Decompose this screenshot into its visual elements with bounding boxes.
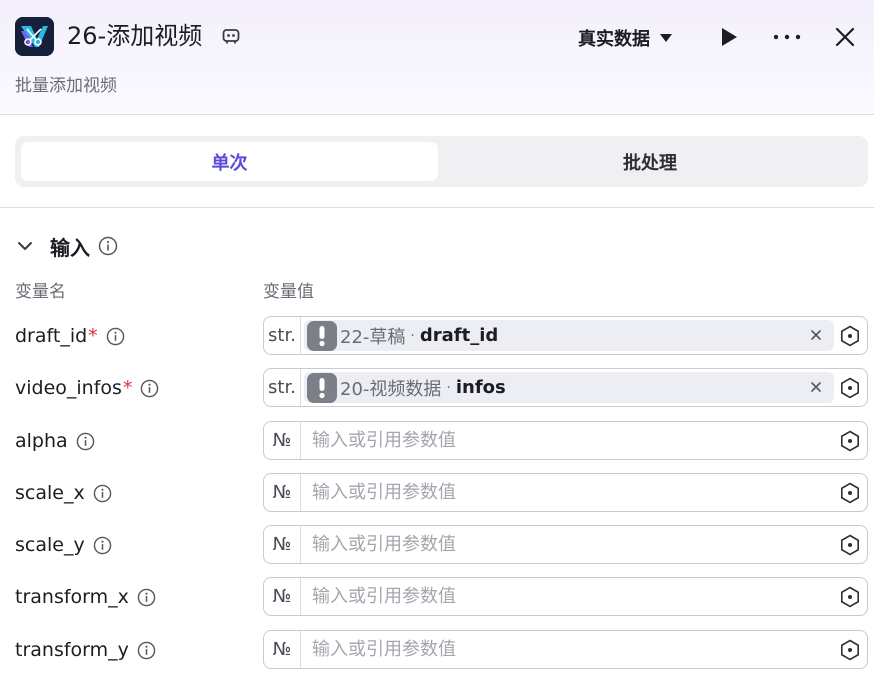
tab-single[interactable]: 单次: [21, 142, 438, 181]
column-header-name: 变量名: [15, 282, 66, 302]
value-input-placeholder[interactable]: 输入或引用参数值: [312, 534, 812, 556]
param-label-video-infos: video_infos *: [15, 375, 159, 401]
info-icon[interactable]: [140, 379, 159, 398]
ref-separator: ·: [446, 379, 451, 396]
info-icon[interactable]: [93, 484, 112, 503]
param-field-video-infos[interactable]: str. 20-视频数据 · infos: [263, 368, 868, 407]
param-label-draft-id: draft_id *: [15, 323, 125, 349]
info-icon[interactable]: [106, 327, 125, 346]
chevron-down-icon[interactable]: [15, 236, 35, 256]
type-selector[interactable]: №: [264, 578, 301, 615]
tab-batch[interactable]: 批处理: [438, 142, 862, 181]
ref-node: 22-草稿: [340, 326, 406, 348]
info-icon[interactable]: [137, 641, 156, 660]
value-input-placeholder[interactable]: 输入或引用参数值: [312, 430, 812, 452]
ref-variable: infos: [455, 377, 506, 398]
param-field-transform-y[interactable]: № 输入或引用参数值: [263, 630, 868, 669]
param-name: scale_x: [15, 482, 85, 504]
reference-icon[interactable]: [839, 430, 861, 452]
param-label-alpha: alpha: [15, 428, 95, 454]
warning-icon: [307, 372, 337, 403]
ref-variable: draft_id: [419, 325, 499, 346]
param-label-scale-y: scale_y: [15, 532, 112, 558]
reference-icon[interactable]: [839, 639, 861, 661]
info-icon[interactable]: [93, 536, 112, 555]
column-header-value: 变量值: [263, 282, 314, 302]
param-field-draft-id[interactable]: str. 22-草稿 · draft_id: [263, 316, 868, 355]
param-name: video_infos: [15, 377, 122, 399]
type-selector[interactable]: str.: [264, 317, 301, 354]
type-selector[interactable]: №: [264, 422, 301, 459]
param-field-alpha[interactable]: № 输入或引用参数值: [263, 421, 868, 460]
param-field-scale-y[interactable]: № 输入或引用参数值: [263, 525, 868, 564]
page-title: 26-添加视频: [67, 22, 203, 50]
input-section-header: 输入: [15, 231, 118, 261]
param-field-scale-x[interactable]: № 输入或引用参数值: [263, 473, 868, 512]
app-icon: [15, 17, 54, 56]
param-field-transform-x[interactable]: № 输入或引用参数值: [263, 577, 868, 616]
reference-icon[interactable]: [839, 325, 861, 347]
param-name: transform_y: [15, 639, 129, 661]
reference-tag[interactable]: 22-草稿 · draft_id: [304, 320, 834, 351]
reference-icon[interactable]: [839, 482, 861, 504]
panel-header: 26-添加视频 真实数据 批量添加视频: [0, 0, 874, 115]
more-icon[interactable]: [770, 24, 804, 50]
info-icon[interactable]: [137, 588, 156, 607]
ref-separator: ·: [410, 327, 415, 344]
mode-tabs: 单次 批处理: [15, 136, 868, 187]
type-selector[interactable]: №: [264, 631, 301, 668]
section-title: 输入: [50, 235, 90, 260]
data-mode-label: 真实数据: [578, 29, 650, 50]
param-label-transform-x: transform_x: [15, 584, 156, 610]
type-selector[interactable]: №: [264, 526, 301, 563]
param-name: alpha: [15, 430, 68, 452]
close-icon[interactable]: [832, 24, 858, 50]
reference-tag[interactable]: 20-视频数据 · infos: [304, 372, 834, 403]
edit-icon[interactable]: [221, 26, 241, 46]
param-name: transform_x: [15, 586, 129, 608]
reference-icon[interactable]: [839, 586, 861, 608]
info-icon[interactable]: [76, 432, 95, 451]
required-mark: *: [88, 325, 98, 347]
ref-node: 20-视频数据: [340, 378, 442, 400]
page-subtitle: 批量添加视频: [15, 76, 117, 96]
value-input-placeholder[interactable]: 输入或引用参数值: [312, 639, 812, 661]
param-name: draft_id: [15, 325, 88, 347]
reference-icon[interactable]: [839, 534, 861, 556]
caret-down-icon: [660, 34, 672, 42]
param-label-scale-x: scale_x: [15, 480, 112, 506]
reference-icon[interactable]: [839, 377, 861, 399]
warning-icon: [307, 320, 337, 351]
data-mode-dropdown[interactable]: 真实数据: [578, 24, 672, 52]
clear-icon[interactable]: [808, 327, 824, 343]
type-selector[interactable]: №: [264, 474, 301, 511]
value-input-placeholder[interactable]: 输入或引用参数值: [312, 482, 812, 504]
info-icon[interactable]: [98, 236, 118, 256]
play-icon[interactable]: [716, 24, 742, 50]
required-mark: *: [122, 377, 133, 399]
type-selector[interactable]: str.: [264, 369, 301, 406]
divider: [0, 207, 874, 208]
param-label-transform-y: transform_y: [15, 637, 156, 663]
clear-icon[interactable]: [808, 379, 824, 395]
param-name: scale_y: [15, 534, 85, 556]
value-input-placeholder[interactable]: 输入或引用参数值: [312, 586, 812, 608]
